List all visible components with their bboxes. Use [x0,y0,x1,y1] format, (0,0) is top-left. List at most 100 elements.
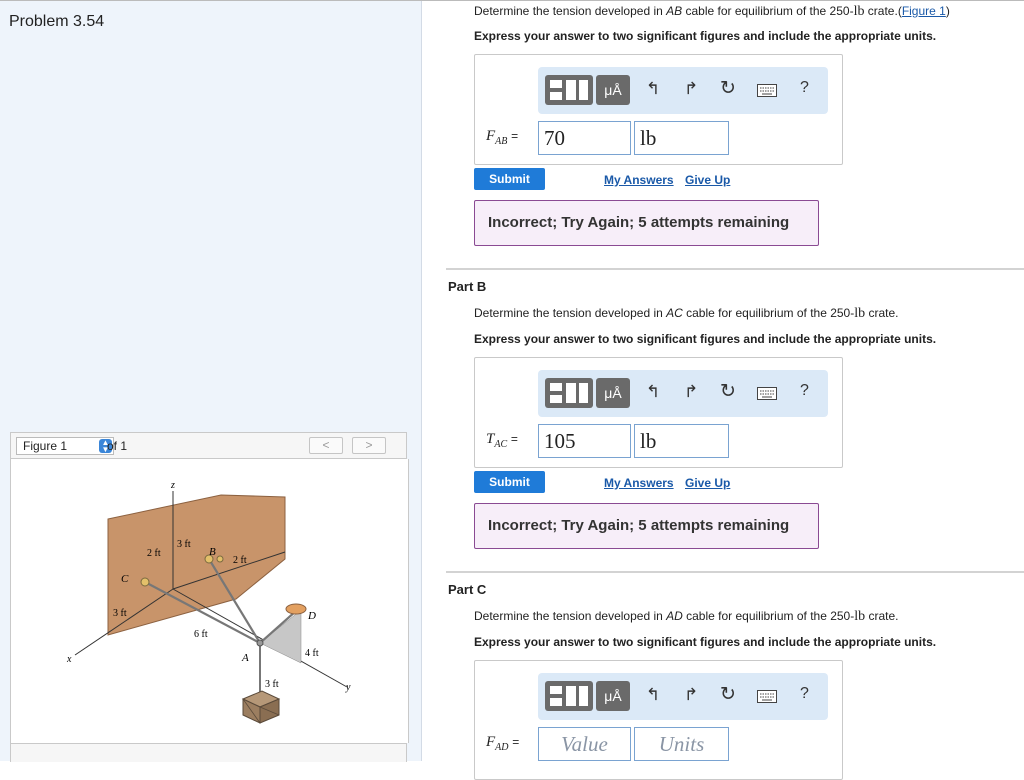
problem-title: Problem 3.54 [9,13,105,30]
question-text: cable for equilibrium of the 250- [682,609,855,623]
submit-button[interactable]: Submit [474,168,545,190]
give-up-link[interactable]: Give Up [685,476,730,490]
figure-canvas: z y x C B A D 2 ft 3 ft 2 ft 3 ft 6 ft 4… [10,459,409,743]
units-button[interactable]: μÅ [596,378,630,408]
my-answers-link[interactable]: My Answers [604,173,674,187]
wall-surface [107,494,286,636]
part-a-answer-box: μÅ ↰ ↱ ↻ ? FAB = 70 lb [474,54,843,165]
value-input[interactable]: Value [538,727,631,761]
point-c-label: C [121,573,129,585]
dim-3ft-wall: 3 ft [113,608,127,619]
units-input[interactable]: lb [634,121,729,155]
dim-6ft: 6 ft [194,629,208,640]
variable-label: FAB = [486,128,519,147]
part-c-question: Determine the tension developed in AD ca… [474,609,898,625]
units-button[interactable]: μÅ [596,681,630,711]
units-input[interactable]: lb [634,424,729,458]
weight-unit: lb [853,4,865,19]
question-text: crate.( [864,4,902,18]
help-icon[interactable]: ? [800,79,809,97]
template-button[interactable] [545,75,593,105]
math-toolbar: μÅ ↰ ↱ ↻ ? [538,67,828,114]
part-divider [446,268,1024,270]
part-a-instructions: Express your answer to two significant f… [474,29,937,43]
keyboard-icon[interactable] [757,387,777,400]
figure-link[interactable]: Figure 1 [902,4,946,18]
question-text: Determine the tension developed in [474,4,667,18]
part-c-instructions: Express your answer to two significant f… [474,635,937,649]
value-input[interactable]: 105 [538,424,631,458]
reset-icon[interactable]: ↻ [720,683,736,706]
my-answers-link[interactable]: My Answers [604,476,674,490]
point-b-label: B [209,546,216,558]
redo-icon[interactable]: ↱ [684,382,698,402]
part-b-question: Determine the tension developed in AC ca… [474,306,898,322]
point-a-label: A [241,652,249,664]
reset-icon[interactable]: ↻ [720,380,736,403]
weight-unit: lb [854,609,866,624]
value-input[interactable]: 70 [538,121,631,155]
dim-4ft: 4 ft [305,648,319,659]
x-axis-label: x [66,654,72,665]
undo-icon[interactable]: ↰ [646,382,660,402]
question-text: ) [945,4,950,18]
units-button[interactable]: μÅ [596,75,630,105]
part-b-answer-box: μÅ ↰ ↱ ↻ ? TAC = 105 lb [474,357,843,468]
next-figure-button[interactable]: > [352,437,386,454]
units-input[interactable]: Units [634,727,729,761]
redo-icon[interactable]: ↱ [684,685,698,705]
point-d-label: D [307,610,316,622]
variable-label: FAD = [486,734,520,753]
feedback-message: Incorrect; Try Again; 5 attempts remaini… [474,503,819,549]
question-text: cable for equilibrium of the 250- [682,306,855,320]
template-button[interactable] [545,378,593,408]
help-icon[interactable]: ? [800,382,809,400]
dim-2ft-a: 2 ft [147,548,161,559]
y-axis-label: y [345,682,351,693]
dim-3ft-bottom: 3 ft [265,679,279,690]
keyboard-icon[interactable] [757,84,777,97]
dim-2ft-b: 2 ft [233,555,247,566]
part-divider [446,571,1024,573]
figure-count: of 1 [107,439,128,453]
question-text: crate. [865,306,899,320]
variable-label: TAC = [486,431,518,450]
dim-3ft-a: 3 ft [177,539,191,550]
figure-diagram: z y x C B A D 2 ft 3 ft 2 ft 3 ft 6 ft 4… [66,480,351,724]
template-icon [550,686,588,706]
prev-figure-button[interactable]: < [309,437,343,454]
question-text: cable for equilibrium of the 250- [682,4,854,18]
undo-icon[interactable]: ↰ [646,685,660,705]
figure-panel: Problem 3.54 Figure 1 ▲▼ of 1 < > z y x [0,1,422,762]
cable-name: AB [666,4,683,18]
redo-icon[interactable]: ↱ [684,79,698,99]
reset-icon[interactable]: ↻ [720,77,736,100]
part-c-label: Part C [448,582,487,597]
question-text: Determine the tension developed in [474,306,667,320]
figure-toolbar: Figure 1 ▲ ▼ of 1 < > [10,432,407,459]
keyboard-icon[interactable] [757,690,777,703]
undo-icon[interactable]: ↰ [646,79,660,99]
cable-name: AD [666,609,683,623]
template-icon [550,80,588,100]
help-icon[interactable]: ? [800,685,809,703]
math-toolbar: μÅ ↰ ↱ ↻ ? [538,370,828,417]
part-b-label: Part B [448,279,487,294]
part-a-question: Determine the tension developed in AB ca… [474,4,950,20]
part-b-instructions: Express your answer to two significant f… [474,332,937,346]
template-button[interactable] [545,681,593,711]
question-text: Determine the tension developed in [474,609,667,623]
submit-button[interactable]: Submit [474,471,545,493]
give-up-link[interactable]: Give Up [685,173,730,187]
figure-select[interactable]: Figure 1 ▲ ▼ [16,437,114,455]
z-axis-label: z [170,480,175,491]
weight-unit: lb [854,306,866,321]
question-text: crate. [865,609,899,623]
feedback-message: Incorrect; Try Again; 5 attempts remaini… [474,200,819,246]
part-c-answer-box: μÅ ↰ ↱ ↻ ? FAD = Value Units [474,660,843,780]
figure-bottom-bar [10,743,407,762]
template-icon [550,383,588,403]
math-toolbar: μÅ ↰ ↱ ↻ ? [538,673,828,720]
figure-select-value: Figure 1 [23,439,68,453]
cable-name: AC [666,306,683,320]
